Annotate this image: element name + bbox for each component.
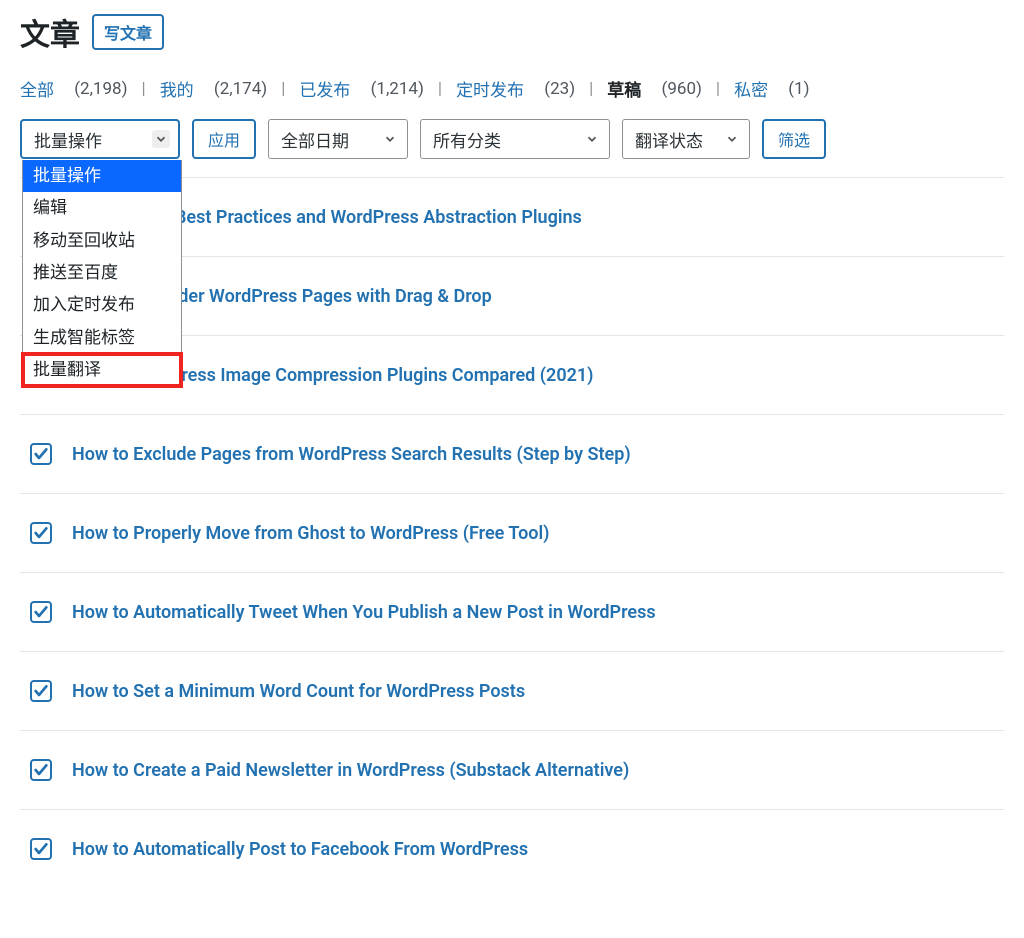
separator: | [589,79,593,99]
post-row: How to Automatically Post to Facebook Fr… [20,809,1004,888]
status-tab-我的[interactable]: 我的 [160,76,194,101]
status-tab-count: (960) [662,79,702,99]
bulk-action-select[interactable]: 批量操作 批量操作编辑移动至回收站推送至百度加入定时发布生成智能标签批量翻译 [20,119,180,159]
separator: | [716,79,720,99]
status-tab-定时发布[interactable]: 定时发布 [456,76,524,101]
filter-bar: 批量操作 批量操作编辑移动至回收站推送至百度加入定时发布生成智能标签批量翻译 应… [20,119,1004,159]
bulk-action-option[interactable]: 加入定时发布 [23,289,181,321]
category-filter-select[interactable]: 所有分类 [420,119,610,159]
status-tab-count: (1,214) [371,79,424,99]
filter-button[interactable]: 筛选 [762,119,826,159]
separator: | [281,79,285,99]
bulk-action-option[interactable]: 生成智能标签 [23,322,181,354]
post-checkbox[interactable] [30,680,52,702]
status-tab-草稿[interactable]: 草稿 [607,76,641,101]
post-title-link[interactable]: How to Automatically Post to Facebook Fr… [72,839,528,860]
status-tab-count: (23) [544,79,575,99]
bulk-action-option[interactable]: 批量操作 [23,160,181,192]
status-tab-私密[interactable]: 私密 [734,76,768,101]
post-checkbox[interactable] [30,443,52,465]
post-checkbox[interactable] [30,838,52,860]
post-checkbox[interactable] [30,601,52,623]
bulk-action-option[interactable]: 移动至回收站 [23,225,181,257]
status-tab-count: (2,174) [214,79,267,99]
post-checkbox[interactable] [30,759,52,781]
post-title-link[interactable]: How to Create a Paid Newsletter in WordP… [72,760,629,781]
translate-status-select[interactable]: 翻译状态 [622,119,750,159]
post-title-link[interactable]: How to Properly Move from Ghost to WordP… [72,523,549,544]
post-row: How to Create a Paid Newsletter in WordP… [20,730,1004,809]
status-tab-全部[interactable]: 全部 [20,76,54,101]
chevron-down-icon [723,130,741,148]
bulk-action-selected: 批量操作 [34,127,102,152]
apply-button[interactable]: 应用 [192,119,256,159]
translate-status-value: 翻译状态 [635,127,703,152]
chevron-down-icon [381,130,399,148]
category-filter-value: 所有分类 [433,127,501,152]
bulk-action-option[interactable]: 批量翻译 [23,354,181,386]
chevron-down-icon [152,130,170,148]
bulk-action-dropdown: 批量操作编辑移动至回收站推送至百度加入定时发布生成智能标签批量翻译 [22,160,182,387]
post-row: How to Exclude Pages from WordPress Sear… [20,414,1004,493]
post-title-link[interactable]: How to Exclude Pages from WordPress Sear… [72,444,631,465]
chevron-down-icon [583,130,601,148]
post-row: How to Automatically Tweet When You Publ… [20,572,1004,651]
status-tab-count: (1) [788,79,809,99]
status-tab-已发布[interactable]: 已发布 [299,76,350,101]
new-post-button[interactable]: 写文章 [92,14,164,50]
bulk-action-option[interactable]: 推送至百度 [23,257,181,289]
date-filter-select[interactable]: 全部日期 [268,119,408,159]
page-title: 文章 [20,10,80,54]
post-checkbox[interactable] [30,522,52,544]
status-tab-count: (2,198) [74,79,127,99]
separator: | [142,79,146,99]
bulk-action-option[interactable]: 编辑 [23,192,181,224]
post-title-link[interactable]: How to Automatically Tweet When You Publ… [72,602,656,623]
post-row: How to Set a Minimum Word Count for Word… [20,651,1004,730]
status-tabs: 全部 (2,198) | 我的 (2,174) | 已发布 (1,214) | 定时发布 (… [20,76,1004,101]
post-title-link[interactable]: How to Set a Minimum Word Count for Word… [72,681,525,702]
post-row: How to Properly Move from Ghost to WordP… [20,493,1004,572]
date-filter-value: 全部日期 [281,127,349,152]
separator: | [438,79,442,99]
